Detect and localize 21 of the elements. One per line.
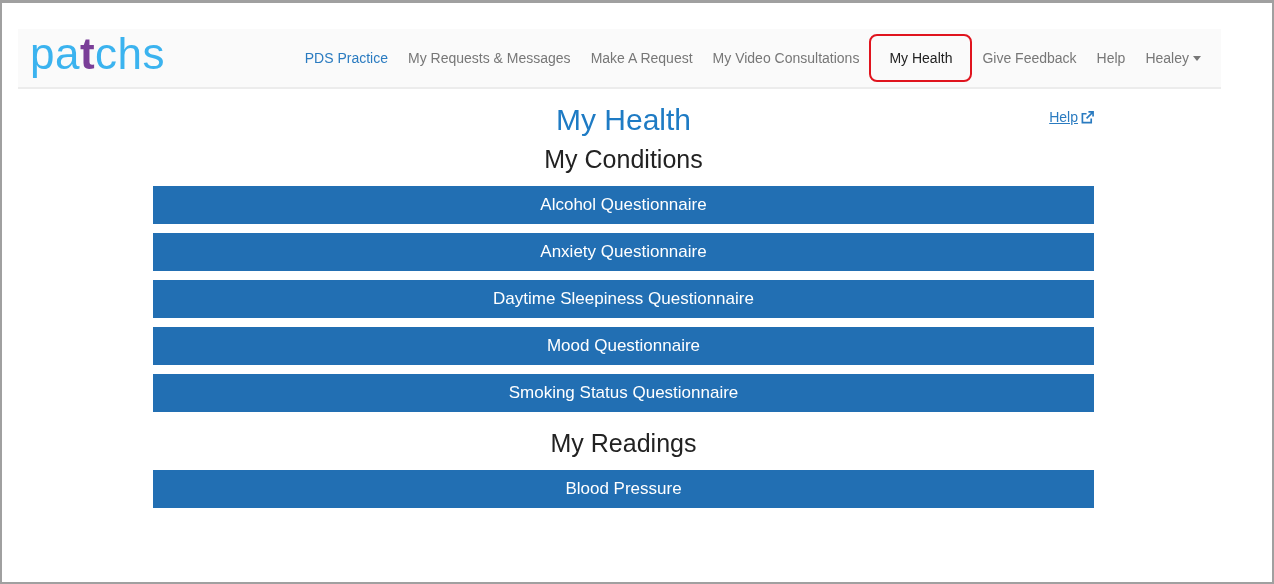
nav-link[interactable]: My Requests & Messages bbox=[398, 34, 581, 82]
logo[interactable]: patchs bbox=[30, 32, 166, 76]
questionnaire-button[interactable]: Anxiety Questionnaire bbox=[153, 233, 1094, 271]
questionnaire-button[interactable]: Blood Pressure bbox=[153, 470, 1094, 508]
help-link[interactable]: Help bbox=[1049, 109, 1094, 125]
page-title: My Health bbox=[555, 103, 691, 137]
section-heading: My Readings bbox=[549, 429, 698, 458]
nav-link[interactable]: Make A Request bbox=[580, 34, 703, 82]
questionnaire-button[interactable]: Daytime Sleepiness Questionnaire bbox=[153, 280, 1094, 318]
nav-link[interactable]: My Health bbox=[869, 34, 973, 82]
nav-link[interactable]: Give Feedback bbox=[972, 34, 1087, 82]
external-link-icon bbox=[1081, 110, 1094, 124]
practice-link[interactable]: PDS Practice bbox=[294, 34, 398, 82]
nav-link[interactable]: Help bbox=[1086, 34, 1136, 82]
caret-icon bbox=[1193, 55, 1201, 61]
questionnaire-button[interactable]: Alcohol Questionnaire bbox=[153, 186, 1094, 224]
user-menu[interactable]: Healey bbox=[1135, 34, 1211, 82]
questionnaire-button[interactable]: Smoking Status Questionnaire bbox=[153, 374, 1094, 412]
questionnaire-button[interactable]: Mood Questionnaire bbox=[153, 327, 1094, 365]
nav-link[interactable]: My Video Consultations bbox=[702, 34, 870, 82]
section-heading: My Conditions bbox=[543, 145, 704, 174]
